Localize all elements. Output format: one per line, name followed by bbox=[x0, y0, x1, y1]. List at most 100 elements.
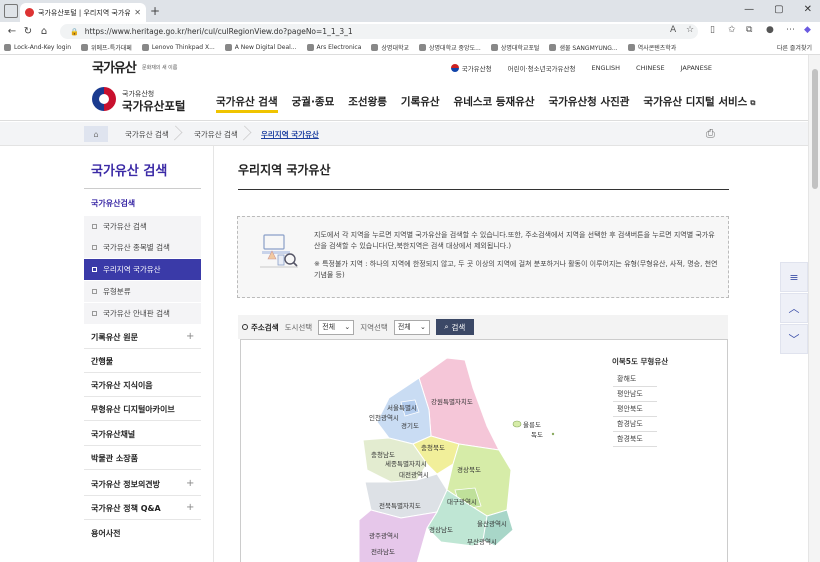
gnb-palace[interactable]: 궁궐·종묘 bbox=[292, 94, 335, 113]
sidebar-item-glossary[interactable]: 용어사전 bbox=[91, 528, 120, 539]
bookmark-item[interactable]: 역사콘텐츠학과 bbox=[627, 43, 676, 52]
bookmark-item[interactable]: Lock-And-Key login bbox=[4, 44, 71, 51]
scroll-down-icon[interactable]: ﹀ bbox=[780, 324, 808, 354]
sidebar-sub-search[interactable]: 국가유산 검색 bbox=[84, 216, 201, 237]
tab-actions-icon[interactable] bbox=[4, 4, 18, 18]
breadcrumb-item[interactable]: 국가유산 검색 bbox=[194, 129, 238, 140]
plus-icon[interactable]: + bbox=[186, 478, 194, 489]
sidebar-item-intangible-archive[interactable]: 무형유산 디지털아카이브 bbox=[91, 404, 175, 415]
home-icon[interactable]: ⌂ bbox=[36, 26, 52, 37]
search-button[interactable]: ⌕ 검색 bbox=[435, 319, 474, 335]
sidebar-section[interactable]: 국가유산검색 bbox=[91, 198, 135, 209]
bookmark-item[interactable]: 위메프-특가대페 bbox=[81, 43, 132, 52]
info-box: 지도에서 각 지역을 누르면 지역별 국가유산을 검색할 수 있습니다.또한, … bbox=[237, 216, 729, 298]
sidebar-item-publications[interactable]: 간행물 bbox=[91, 356, 113, 367]
sidebar-sub-type[interactable]: 유형분류 bbox=[84, 281, 201, 302]
collections-icon[interactable]: ⧉ bbox=[746, 25, 752, 35]
browser-tab[interactable]: 국가유산포털 | 우리지역 국가유산 ✕ bbox=[20, 3, 146, 22]
sido-select[interactable]: 전체 ⌄ bbox=[318, 319, 355, 335]
sidebar-sub-region[interactable]: 우리지역 국가유산 bbox=[84, 259, 201, 280]
sidebar-item-channel[interactable]: 국가유산채널 bbox=[91, 429, 135, 440]
nk-province-item[interactable]: 함경남도 bbox=[613, 417, 657, 432]
other-favorites[interactable]: 다른 즐겨찾기 bbox=[777, 43, 812, 52]
avatar[interactable]: ● bbox=[766, 25, 774, 35]
map-label: 울릉도 bbox=[523, 421, 541, 429]
gnb-royal-tombs[interactable]: 조선왕릉 bbox=[348, 94, 387, 113]
page-scrollbar[interactable] bbox=[808, 55, 820, 562]
scroll-up-icon[interactable]: ︿ bbox=[780, 293, 808, 323]
util-link-english[interactable]: ENGLISH bbox=[591, 64, 620, 72]
taegeuk-emblem-icon[interactable] bbox=[92, 87, 116, 111]
bookmark-item[interactable]: A New Digital Deal... bbox=[224, 44, 297, 51]
bookmark-icon bbox=[306, 44, 314, 51]
bookmark-item[interactable]: Lenovo Thinkpad X... bbox=[141, 44, 215, 51]
more-icon[interactable]: ⋯ bbox=[786, 25, 795, 35]
bookmark-icon bbox=[549, 44, 557, 51]
sidebar-item-opinion[interactable]: 국가유산 정보의견방 bbox=[91, 479, 160, 490]
new-tab-button[interactable]: + bbox=[150, 4, 160, 18]
bookmark-item[interactable]: Ars Electronica bbox=[306, 44, 361, 51]
map-label: 광주광역시 bbox=[369, 531, 399, 540]
favorite-star-icon[interactable]: ☆ bbox=[686, 25, 694, 35]
sidebar-sub-category[interactable]: 국가유산 종목별 검색 bbox=[84, 237, 201, 258]
nk-province-item[interactable]: 평안북도 bbox=[613, 402, 657, 417]
divider bbox=[213, 146, 214, 562]
utility-header: 국가유산 문화재의 새 이름 국가유산청 어린이·청소년국가유산청 ENGLIS… bbox=[0, 55, 808, 77]
bookmark-item[interactable]: 상명대학교포털 bbox=[490, 43, 539, 52]
region-label: 지역선택 bbox=[360, 322, 388, 332]
gnb-heritage-search[interactable]: 국가유산 검색 bbox=[216, 94, 278, 113]
bookmark-icon bbox=[490, 44, 498, 51]
portal-name[interactable]: 국가유산포털 bbox=[122, 98, 185, 114]
search-icon: ⌕ bbox=[444, 322, 449, 331]
close-tab-icon[interactable]: ✕ bbox=[134, 8, 141, 17]
map-region-ulleungdo[interactable] bbox=[512, 420, 522, 428]
plus-icon[interactable]: + bbox=[186, 331, 194, 342]
bookmark-icon bbox=[4, 44, 11, 51]
refresh-icon[interactable]: ↻ bbox=[20, 26, 36, 37]
sidebar-item-records[interactable]: 기록유산 원문 bbox=[91, 332, 138, 343]
sidebar-item-museum[interactable]: 박물관 소장품 bbox=[91, 453, 138, 464]
gnb-unesco[interactable]: 유네스코 등재유산 bbox=[454, 94, 535, 113]
util-link-kids[interactable]: 어린이·청소년국가유산청 bbox=[508, 63, 576, 73]
address-bar[interactable]: 🔒 https://www.heritage.go.kr/heri/cul/cu… bbox=[60, 24, 698, 39]
split-screen-icon[interactable]: ▯ bbox=[710, 25, 715, 35]
nk-province-item[interactable]: 황해도 bbox=[613, 372, 657, 387]
info-text: 지도에서 각 지역을 누르면 지역별 국가유산을 검색할 수 있습니다.또한, … bbox=[314, 231, 715, 250]
minimize-icon[interactable]: — bbox=[744, 4, 754, 15]
map-label: 인천광역시 bbox=[369, 413, 399, 422]
bookmark-item[interactable]: 샘물 SANGMYUNG... bbox=[549, 43, 618, 52]
sidebar-item-policy-qa[interactable]: 국가유산 정책 Q&A bbox=[91, 503, 161, 514]
read-aloud-icon[interactable]: A bbox=[670, 25, 676, 35]
maximize-icon[interactable]: ▢ bbox=[774, 4, 783, 15]
sido-label: 도시선택 bbox=[284, 322, 313, 332]
plus-icon[interactable]: + bbox=[186, 502, 194, 513]
breadcrumb-current[interactable]: 우리지역 국가유산 bbox=[261, 129, 319, 140]
util-link-khs[interactable]: 국가유산청 bbox=[450, 63, 492, 73]
sidebar-sub-signboard[interactable]: 국가유산 안내판 검색 bbox=[84, 303, 201, 324]
bookmark-item[interactable]: 상명대학교 중앙도... bbox=[419, 43, 481, 52]
gnb-photo[interactable]: 국가유산청 사진관 bbox=[548, 94, 629, 113]
nk-province-item[interactable]: 함경북도 bbox=[613, 432, 657, 447]
bookmark-icon bbox=[224, 44, 232, 51]
print-icon[interactable]: ⎙ bbox=[706, 127, 715, 141]
scroll-thumb[interactable] bbox=[812, 69, 818, 189]
bookmark-item[interactable]: 상명대학교 bbox=[371, 43, 409, 52]
sidebar-item-knowledge[interactable]: 국가유산 지식이음 bbox=[91, 380, 153, 391]
favorites-icon[interactable]: ✩ bbox=[728, 25, 736, 35]
copilot-icon[interactable]: ◆ bbox=[804, 25, 811, 35]
home-icon[interactable]: ⌂ bbox=[84, 126, 108, 142]
gnb-records[interactable]: 기록유산 bbox=[401, 94, 440, 113]
menu-icon[interactable]: ≡ bbox=[780, 262, 808, 292]
util-link-japanese[interactable]: JAPANESE bbox=[681, 64, 712, 72]
gnb-digital[interactable]: 국가유산 디지털 서비스 ⧉ bbox=[643, 94, 755, 113]
util-link-chinese[interactable]: CHINESE bbox=[636, 64, 665, 72]
region-select[interactable]: 전체 ⌄ bbox=[393, 319, 430, 335]
map-region-dokdo[interactable] bbox=[551, 432, 555, 436]
map-label: 대구광역시 bbox=[447, 497, 477, 506]
back-icon[interactable]: ← bbox=[4, 26, 20, 37]
breadcrumb-item[interactable]: 국가유산 검색 bbox=[125, 129, 169, 140]
close-window-icon[interactable]: ✕ bbox=[804, 4, 812, 15]
nk-province-item[interactable]: 평안남도 bbox=[613, 387, 657, 402]
bullet-icon bbox=[92, 289, 97, 294]
site-logo[interactable]: 국가유산 bbox=[92, 57, 137, 76]
